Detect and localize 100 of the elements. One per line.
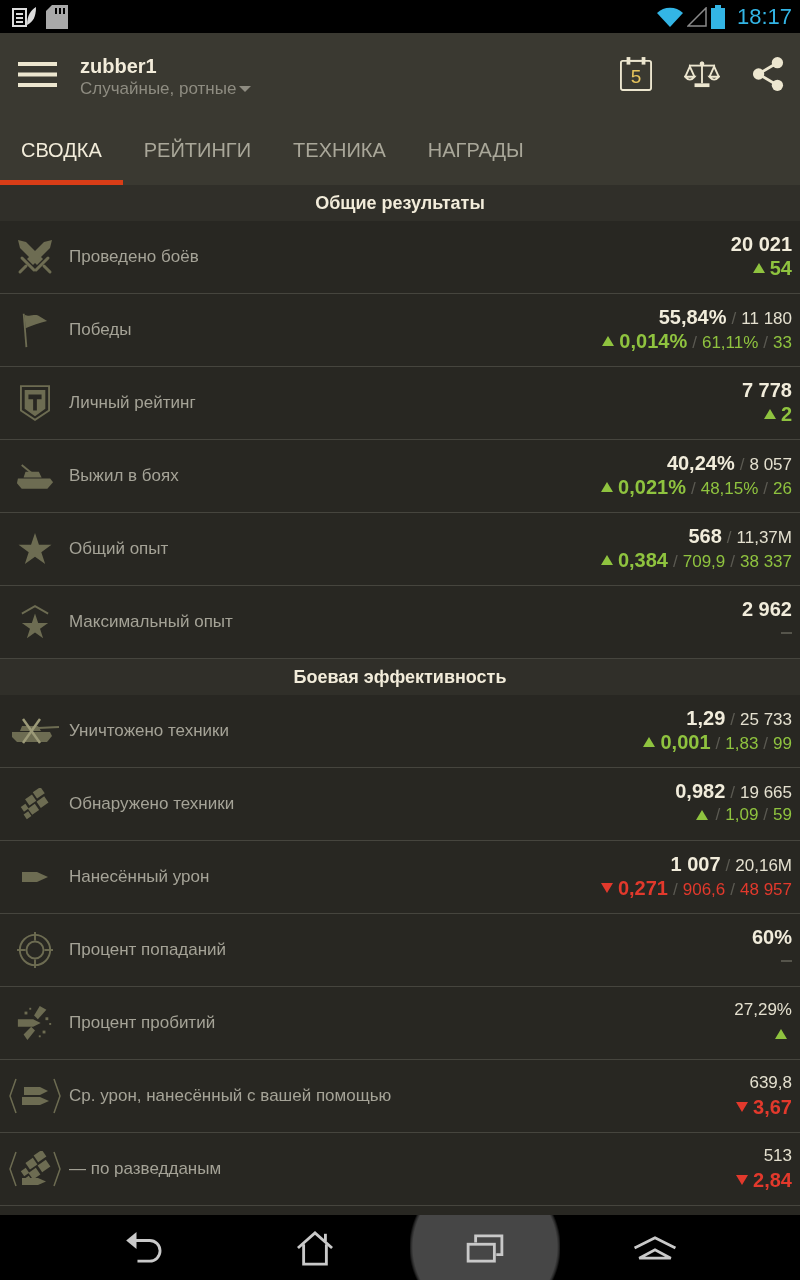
change-number: 33 (773, 332, 792, 354)
stat-number: 27,29% (734, 999, 792, 1021)
signal-icon (686, 6, 707, 27)
slash-separator: / (715, 804, 721, 826)
change-value: 54 (769, 256, 792, 280)
compare-button[interactable] (684, 60, 720, 88)
slash-separator: / (763, 332, 769, 354)
slash-separator: / (725, 855, 731, 877)
change-number: 48,15% (700, 478, 759, 500)
slash-separator: / (731, 308, 737, 330)
slash-separator: / (690, 478, 696, 500)
change-number: 99 (773, 733, 792, 755)
stat-label: Проведено боёв (69, 247, 200, 267)
slash-separator: / (673, 551, 678, 573)
tab[interactable]: ТЕХНИКА (272, 115, 407, 185)
stat-number: 25 733 (740, 709, 792, 731)
share-icon (752, 57, 784, 91)
slash-separator: / (730, 782, 735, 804)
stat-number: 20,16M (735, 855, 792, 877)
clock-time: 18:17 (736, 3, 792, 30)
share-button[interactable] (752, 57, 784, 91)
stat-value: 1 007 (670, 852, 721, 876)
star-icon (17, 533, 52, 565)
tab[interactable]: НАГРАДЫ (406, 115, 545, 185)
change-value: 3,67 (753, 1095, 792, 1119)
menu-button[interactable] (18, 61, 57, 87)
slash-separator: / (726, 527, 732, 549)
stat-label: Личный рейтинг (69, 393, 197, 413)
stat-number: 19 665 (740, 782, 792, 804)
change-value: 0,384 (617, 548, 668, 572)
slash-separator: / (730, 709, 735, 731)
stat-value: 7 778 (741, 378, 792, 402)
stat-value: 40,24% (666, 451, 735, 475)
change-number: 1,83 (725, 733, 759, 755)
change-value: 2,84 (753, 1168, 792, 1192)
stat-label: Нанесённый урон (69, 867, 211, 887)
menu-icon (18, 61, 57, 87)
stat-label: Выжил в боях (69, 466, 180, 486)
change-number: 38 337 (740, 551, 792, 573)
stat-number: 639,8 (749, 1072, 792, 1094)
slash-separator: / (692, 332, 697, 354)
stat-label: Процент пробитий (69, 1013, 217, 1033)
back-icon (126, 1231, 164, 1264)
stat-number: 513 (763, 1145, 792, 1167)
slash-separator: / (739, 454, 745, 476)
shell-icon (21, 871, 48, 883)
change-number: 1,09 (725, 804, 759, 826)
star-chevron-icon (19, 604, 50, 640)
stat-value: 2 962 (741, 597, 792, 621)
shield-icon (19, 385, 50, 421)
change-value: 0,271 (617, 876, 668, 900)
shell-burst-icon (15, 1004, 54, 1042)
slash-separator: / (715, 733, 721, 755)
section-header: Боевая эффективность (0, 659, 800, 695)
recent-apps-icon (466, 1232, 504, 1263)
blocks-icon (19, 788, 50, 820)
stat-label: Процент попаданий (69, 940, 228, 960)
stat-value: 1,29 (686, 706, 726, 730)
wifi-icon (656, 6, 683, 27)
tank-icon (15, 462, 54, 490)
stat-value: 20 021 (730, 232, 792, 256)
flag-icon (21, 312, 48, 348)
tab[interactable]: РЕЙТИНГИ (122, 115, 273, 185)
chevron-up-icon (632, 1234, 678, 1261)
calendar-icon (620, 57, 652, 91)
stat-value: 60% (751, 925, 792, 949)
change-number: 906,6 (682, 879, 726, 901)
bracketed-shells-icon (8, 1078, 61, 1114)
slash-separator: / (763, 733, 769, 755)
mode-dropdown[interactable]: Случайные, ротные (80, 78, 252, 100)
stat-number: 11,37M (736, 527, 792, 549)
crossed-swords-icon (16, 239, 53, 275)
slash-separator: / (763, 478, 769, 500)
change-number: 61,11% (701, 332, 759, 354)
stat-label: Общий опыт (69, 539, 170, 559)
sd-card-icon (46, 4, 68, 29)
slash-separator: / (730, 879, 735, 901)
change-value: 0,021% (618, 475, 686, 499)
account-name: zubber1 (80, 54, 157, 78)
slash-separator: / (763, 804, 769, 826)
change-value: 0,001 (660, 730, 711, 754)
stat-number: 8 057 (749, 454, 792, 476)
change-number: 59 (773, 804, 792, 826)
recent-apps-button[interactable] (410, 1215, 560, 1280)
stat-label: Победы (69, 320, 133, 340)
battery-icon (710, 4, 725, 29)
caret-icon (239, 86, 252, 92)
crosshair-icon (16, 932, 53, 968)
stat-label: Уничтожено техники (69, 721, 231, 741)
slash-separator: / (730, 551, 735, 573)
change-value: 0,014% (619, 329, 688, 353)
slash-separator: / (673, 879, 678, 901)
bracketed-blocks-icon (8, 1151, 61, 1187)
stat-label: Ср. урон, нанесённый с вашей помощью (69, 1086, 393, 1106)
stat-number: 11 180 (741, 308, 792, 330)
section-header: Общие результаты (0, 185, 800, 221)
change-number: 709,9 (682, 551, 726, 573)
stat-value: 55,84% (658, 305, 727, 329)
crossed-out-tank-icon (9, 717, 60, 745)
calendar-button[interactable]: 5 (620, 57, 652, 91)
